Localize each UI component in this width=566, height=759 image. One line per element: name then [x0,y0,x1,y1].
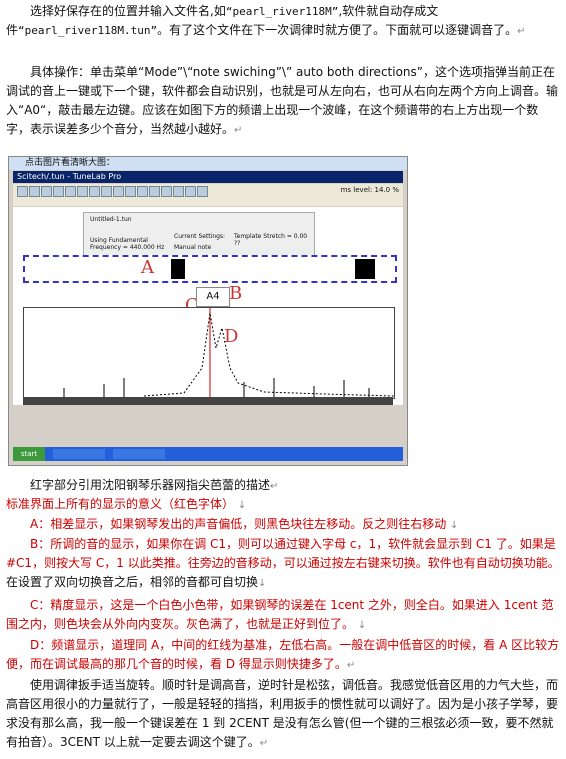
toolbar-icon[interactable] [53,186,64,197]
toolbar-icon[interactable] [113,186,124,197]
taskbar[interactable]: start [13,447,403,461]
sub-bar [13,198,403,206]
taskbar-item[interactable] [113,449,165,459]
paragraph-1: 选择好保存在的位置并输入文件名,如“pearl_river118M”,软件就自动… [6,4,526,37]
red-heading: 标准界面上所有的显示的意义（红色字体） ↓ [6,497,247,511]
ms-level-readout: ms level: 14.0 % [340,186,399,194]
start-button[interactable]: start [13,447,45,461]
red-item-c: C：精度显示，这是一个白色小色带，如果钢琴的误差在 1cent 之外，则全白。如… [6,598,554,631]
toolbar-icon[interactable] [89,186,100,197]
paragraph-2: 具体操作：单击菜单“Mode”\“note swiching”\” auto b… [6,65,559,136]
toolbar-icon[interactable] [137,186,148,197]
note-display: A4 [196,287,230,307]
phase-block-large [355,259,375,279]
spectrum-curve [143,312,395,397]
red-item-a: A：相差显示，如果钢琴发出的声音偏低，则黑色块往左移动。反之则往右移动 ↓ [30,517,459,531]
toolbar-icon[interactable] [149,186,160,197]
app-toolbar[interactable]: ms level: 14.0 % [13,184,403,198]
toolbar-icon[interactable] [101,186,112,197]
toolbar-icon[interactable] [161,186,172,197]
red-item-d: D：频谱显示，道理同 A，中间的红线为基准，左低右高。一般在调中低音区的时候，看… [6,638,560,671]
toolbar-icon[interactable] [29,186,40,197]
label-a: A [141,257,154,278]
red-item-b: B：所调的音的显示，如果你在调 C1，则可以通过键入字母 c，1，软件就会显示到… [6,537,560,589]
screenshot-caption: 点击图片看清晰大图： [9,157,407,170]
tuning-panel: Untitled-1.tun Using Fundamental Frequen… [13,207,403,405]
spectrum-graph: D [23,307,395,399]
frequency-axis [23,397,393,405]
taskbar-item[interactable] [53,449,105,459]
label-d: D [224,326,239,347]
spectrum-svg [63,308,395,398]
phase-block-small [171,259,185,279]
toolbar-icon[interactable] [17,186,28,197]
software-screenshot[interactable]: 点击图片看清晰大图： Scitech/.tun - TuneLab Pro ms… [8,156,408,466]
phase-strip [23,255,397,283]
label-b: B [229,283,243,304]
toolbar-icon[interactable] [173,186,184,197]
info-box: Untitled-1.tun Using Fundamental Frequen… [83,212,315,256]
app-title-bar: Scitech/.tun - TuneLab Pro [13,171,403,183]
toolbar-icon[interactable] [65,186,76,197]
toolbar-icon[interactable] [125,186,136,197]
toolbar-icon[interactable] [197,186,208,197]
toolbar-icon[interactable] [41,186,52,197]
spectrum-ticks [63,378,370,398]
toolbar-icon[interactable] [185,186,196,197]
paragraph-4: 使用调律扳手适当旋转。顺时针是调高音，逆时针是松弦，调低音。我感觉低音区用的力气… [6,678,559,749]
toolbar-icon[interactable] [77,186,88,197]
paragraph-3: 红字部分引用沈阳钢琴乐器网指尖芭蕾的描述↵ [30,478,279,492]
